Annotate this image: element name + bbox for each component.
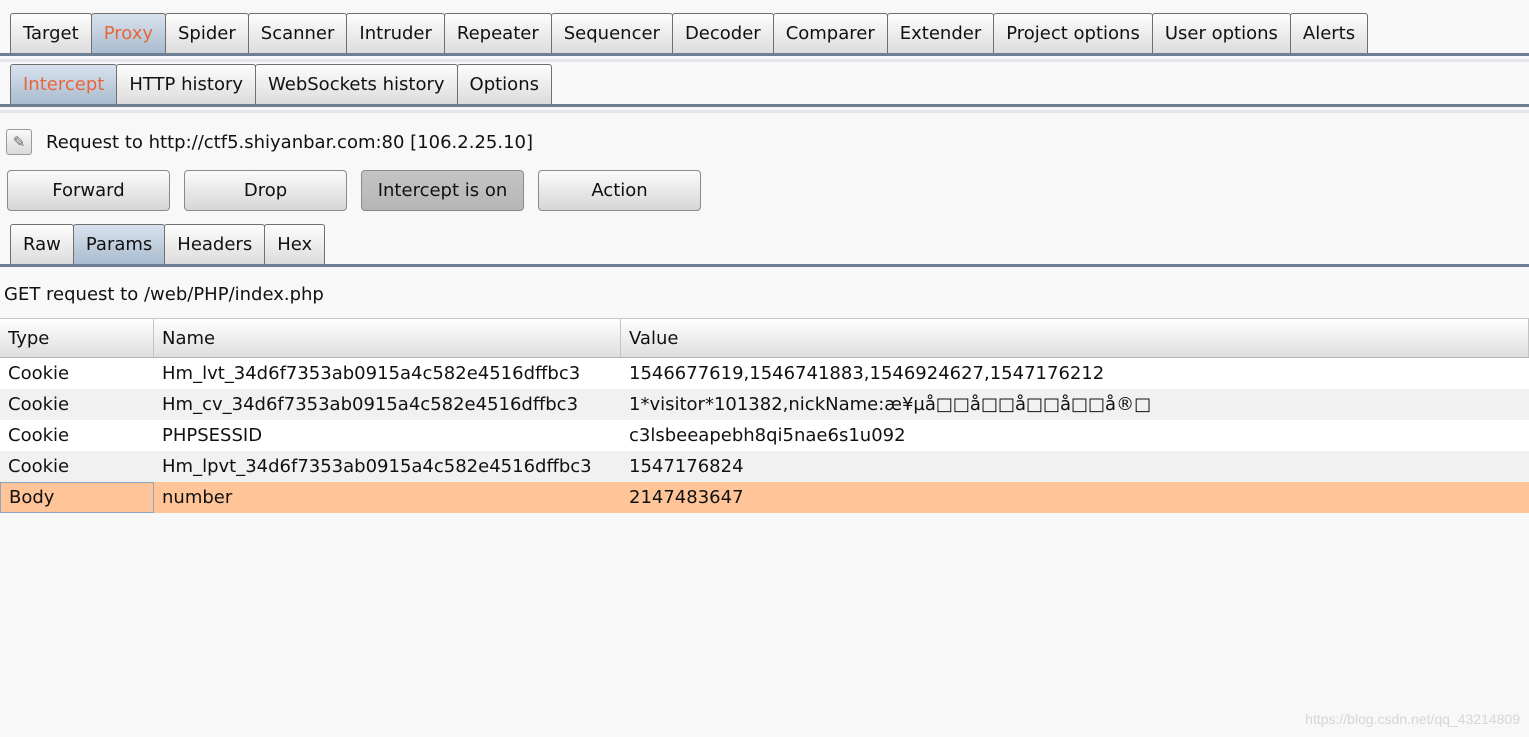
table-row[interactable]: Cookie Hm_lvt_34d6f7353ab0915a4c582e4516… [0,358,1529,389]
tab-headers[interactable]: Headers [164,224,266,264]
forward-button[interactable]: Forward [7,170,170,211]
tab-comparer[interactable]: Comparer [772,13,888,53]
tab-decoder[interactable]: Decoder [671,13,774,53]
params-table: Type Name Value Cookie Hm_lvt_34d6f7353a… [0,318,1529,513]
request-title: GET request to /web/PHP/index.php [4,283,324,305]
proxy-tab-bar: Intercept HTTP history WebSockets histor… [0,62,1529,107]
tab-target[interactable]: Target [10,13,92,53]
main-tab-bar: Target Proxy Spider Scanner Intruder Rep… [0,0,1529,56]
action-button[interactable]: Action [538,170,701,211]
param-name: Hm_lvt_34d6f7353ab0915a4c582e4516dffbc3 [162,363,581,384]
param-type: Cookie [8,456,70,477]
request-target-label: Request to http://ctf5.shiyanbar.com:80 … [46,131,534,153]
tab-user-options[interactable]: User options [1151,13,1291,53]
param-value: c3lsbeeapebh8qi5nae6s1u092 [629,425,906,446]
param-name[interactable]: number [154,482,621,513]
param-type: Cookie [8,425,70,446]
param-type[interactable]: Body [0,482,154,513]
tab-proxy[interactable]: Proxy [90,13,166,53]
proxy-tab-separator [0,110,1529,113]
param-value: 1547176824 [629,456,744,477]
table-row[interactable]: Cookie PHPSESSID c3lsbeeapebh8qi5nae6s1u… [0,420,1529,451]
tab-scanner[interactable]: Scanner [247,13,348,53]
tab-http-history[interactable]: HTTP history [116,64,257,104]
tab-params[interactable]: Params [72,224,166,264]
tab-repeater[interactable]: Repeater [443,13,552,53]
param-name: Hm_cv_34d6f7353ab0915a4c582e4516dffbc3 [162,394,579,415]
tab-alerts[interactable]: Alerts [1289,13,1369,53]
tab-spider[interactable]: Spider [165,13,249,53]
tab-intercept[interactable]: Intercept [10,64,118,104]
tab-raw[interactable]: Raw [10,224,74,264]
params-table-header: Type Name Value [0,318,1529,358]
param-value: 1546677619,1546741883,1546924627,1547176… [629,363,1105,384]
message-tab-bar: Raw Params Headers Hex [0,223,1529,267]
param-name: PHPSESSID [162,425,263,446]
column-header-type[interactable]: Type [0,319,154,357]
column-header-value[interactable]: Value [621,319,1529,357]
pencil-icon[interactable]: ✎ [6,129,32,155]
table-row[interactable]: Cookie Hm_cv_34d6f7353ab0915a4c582e4516d… [0,389,1529,420]
tab-options[interactable]: Options [456,64,552,104]
drop-button[interactable]: Drop [184,170,347,211]
param-type: Cookie [8,363,70,384]
tab-intruder[interactable]: Intruder [346,13,445,53]
intercept-toggle-button[interactable]: Intercept is on [361,170,524,211]
column-header-name[interactable]: Name [154,319,621,357]
table-row-selected[interactable]: Body number 2147483647 [0,482,1529,513]
table-row[interactable]: Cookie Hm_lpvt_34d6f7353ab0915a4c582e451… [0,451,1529,482]
tab-sequencer[interactable]: Sequencer [550,13,673,53]
param-value: 1*visitor*101382,nickName:æ¥µå□□å□□å□□å□… [629,394,1152,415]
param-type: Cookie [8,394,70,415]
param-name: Hm_lpvt_34d6f7353ab0915a4c582e4516dffbc3 [162,456,592,477]
watermark: https://blog.csdn.net/qq_43214809 [1305,711,1520,727]
request-info: ✎ Request to http://ctf5.shiyanbar.com:8… [6,126,533,158]
tab-project-options[interactable]: Project options [993,13,1153,53]
param-value[interactable]: 2147483647 [621,482,1529,513]
tab-extender[interactable]: Extender [886,13,995,53]
tab-hex[interactable]: Hex [264,224,326,264]
tab-websockets-history[interactable]: WebSockets history [255,64,458,104]
